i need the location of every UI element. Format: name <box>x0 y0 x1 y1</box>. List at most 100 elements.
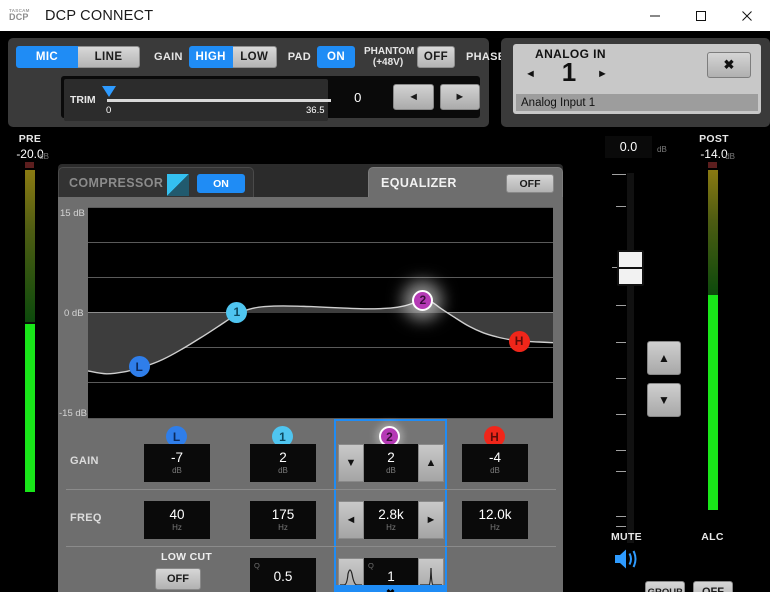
post-meter-peak-indicator <box>708 162 717 168</box>
fader-value-unit: dB <box>657 145 667 154</box>
freq-value-band1-text: 175 <box>271 507 295 522</box>
gain-value-high[interactable]: -4 dB <box>462 444 528 482</box>
fader-handle[interactable] <box>617 250 644 286</box>
gain-unit-band1: dB <box>278 466 288 475</box>
trim-min-label: 0 <box>106 105 112 116</box>
alc-button[interactable]: OFF <box>693 581 733 592</box>
trim-decrement-button[interactable]: ◄ <box>393 84 434 110</box>
gain-value-high-text: -4 <box>488 450 501 465</box>
fader-tick-8 <box>616 471 626 472</box>
freq-value-low[interactable]: 40 Hz <box>144 501 210 539</box>
tascam-dcp-logo: TASCAM DCP <box>9 8 37 23</box>
pre-meter-label: PRE <box>18 133 42 145</box>
eq-parameters: L 1 2 H GAIN -7 dB 2 dB ▼ 2 dB ▲ -4 dB F… <box>66 419 556 592</box>
compressor-on-button[interactable]: ON <box>197 174 245 193</box>
divider-freq-q <box>66 546 556 547</box>
fader-tick-4 <box>616 342 626 343</box>
processor-tabs: COMPRESSOR ON EQUALIZER OFF <box>58 164 563 198</box>
phantom-power-button[interactable]: OFF <box>417 46 456 68</box>
post-meter-value: -14.0 <box>700 147 728 161</box>
channel-selector-panel: ANALOG IN ◄ 1 ► ✖ Analog Input 1 <box>501 38 770 127</box>
pre-meter-unit: dB <box>39 152 49 161</box>
y-axis-label-bottom: -15 dB <box>59 408 87 419</box>
gain-value-band1-text: 2 <box>279 450 287 465</box>
gain-decrement-band2[interactable]: ▼ <box>338 444 364 482</box>
q-symbol-band1: Q <box>254 561 260 570</box>
line-button[interactable]: LINE <box>78 46 140 68</box>
pre-meter-value-row: -20.0 dB <box>6 147 54 161</box>
eq-response-graph[interactable]: L 1 2 H <box>88 207 553 419</box>
trim-control-row: TRIM 0 36.5 0 ◄ ► <box>61 76 480 121</box>
freq-value-band2-text: 2.8k <box>378 507 404 522</box>
mute-button[interactable] <box>612 546 642 577</box>
compressor-curve-icon <box>167 174 189 196</box>
freq-decrement-band2[interactable]: ◄ <box>338 501 364 539</box>
close-icon[interactable] <box>724 0 770 31</box>
app-body: MIC LINE GAIN HIGH LOW PAD ON PHANTOM (+… <box>0 31 770 592</box>
phantom-label-line1: PHANTOM <box>364 46 415 57</box>
gain-value-band1[interactable]: 2 dB <box>250 444 316 482</box>
pad-on-button[interactable]: ON <box>317 46 356 68</box>
tab-compressor[interactable]: COMPRESSOR ON <box>58 167 254 198</box>
fader-tick-6 <box>616 414 626 415</box>
tab-compressor-label: COMPRESSOR <box>69 176 164 190</box>
speaker-on-icon <box>615 549 637 569</box>
band2-close-button[interactable]: ✖ <box>336 585 445 592</box>
pad-label: PAD <box>287 51 312 63</box>
channel-next-button[interactable]: ► <box>597 68 608 80</box>
minimize-icon[interactable] <box>632 0 678 31</box>
gain-increment-band2[interactable]: ▲ <box>418 444 444 482</box>
low-cut-label: LOW CUT <box>161 551 213 563</box>
trim-track[interactable] <box>107 99 331 102</box>
gain-label: GAIN <box>154 51 183 63</box>
gain-selector: HIGH LOW <box>188 46 277 68</box>
fader-track[interactable] <box>627 173 634 543</box>
q-value-band1[interactable]: Q 0.5 <box>250 558 316 592</box>
window-title: DCP CONNECT <box>45 7 154 24</box>
fader-tick-1 <box>616 206 626 207</box>
fader-up-button[interactable]: ▲ <box>647 341 681 375</box>
post-meter-bar <box>708 170 718 510</box>
trim-slider-handle[interactable] <box>102 86 116 97</box>
fader-value-field[interactable]: 0.0 <box>605 136 652 158</box>
freq-unit-low: Hz <box>172 523 182 532</box>
fader-tick-10 <box>616 526 626 527</box>
logo-product-text: DCP <box>9 12 29 23</box>
equalizer-off-button[interactable]: OFF <box>506 174 554 193</box>
mic-line-selector: MIC LINE <box>16 46 140 68</box>
eq-node-band2[interactable]: 2 <box>412 289 434 311</box>
window-controls <box>632 0 770 31</box>
channel-close-button[interactable]: ✖ <box>707 52 751 78</box>
fader-down-button[interactable]: ▼ <box>647 383 681 417</box>
fader-tick-3 <box>616 305 626 306</box>
gain-value-band2[interactable]: 2 dB <box>364 444 418 482</box>
fader-tick-0 <box>612 174 626 175</box>
trim-increment-button[interactable]: ► <box>439 84 480 110</box>
pre-meter: PRE -20.0 dB <box>6 133 54 492</box>
post-meter-label: POST <box>699 133 729 145</box>
low-cut-button[interactable]: OFF <box>155 568 201 590</box>
freq-unit-band1: Hz <box>278 523 288 532</box>
channel-prev-button[interactable]: ◄ <box>525 68 536 80</box>
freq-increment-band2[interactable]: ► <box>418 501 444 539</box>
eq-node-low[interactable]: L <box>128 356 150 378</box>
post-meter-level <box>708 295 718 510</box>
eq-curve-svg <box>88 299 553 375</box>
gain-high-button[interactable]: HIGH <box>188 46 233 68</box>
freq-value-band1[interactable]: 175 Hz <box>250 501 316 539</box>
group-button[interactable]: GROUP <box>645 581 685 592</box>
gain-low-button[interactable]: LOW <box>232 46 277 68</box>
channel-name-field[interactable]: Analog Input 1 <box>516 94 758 111</box>
trim-slider-area[interactable]: TRIM 0 36.5 <box>64 79 331 121</box>
gain-value-low[interactable]: -7 dB <box>144 444 210 482</box>
eq-node-band1[interactable]: 1 <box>226 301 248 323</box>
tab-equalizer[interactable]: EQUALIZER OFF <box>368 167 563 198</box>
mic-button[interactable]: MIC <box>16 46 78 68</box>
freq-value-band2[interactable]: 2.8k Hz <box>364 501 418 539</box>
channel-inner: ANALOG IN ◄ 1 ► ✖ Analog Input 1 <box>513 44 761 114</box>
eq-node-high[interactable]: H <box>508 330 530 352</box>
freq-value-high[interactable]: 12.0k Hz <box>462 501 528 539</box>
gain-unit-band2: dB <box>386 466 396 475</box>
q-value-band2-text: 1 <box>387 569 395 584</box>
maximize-icon[interactable] <box>678 0 724 31</box>
